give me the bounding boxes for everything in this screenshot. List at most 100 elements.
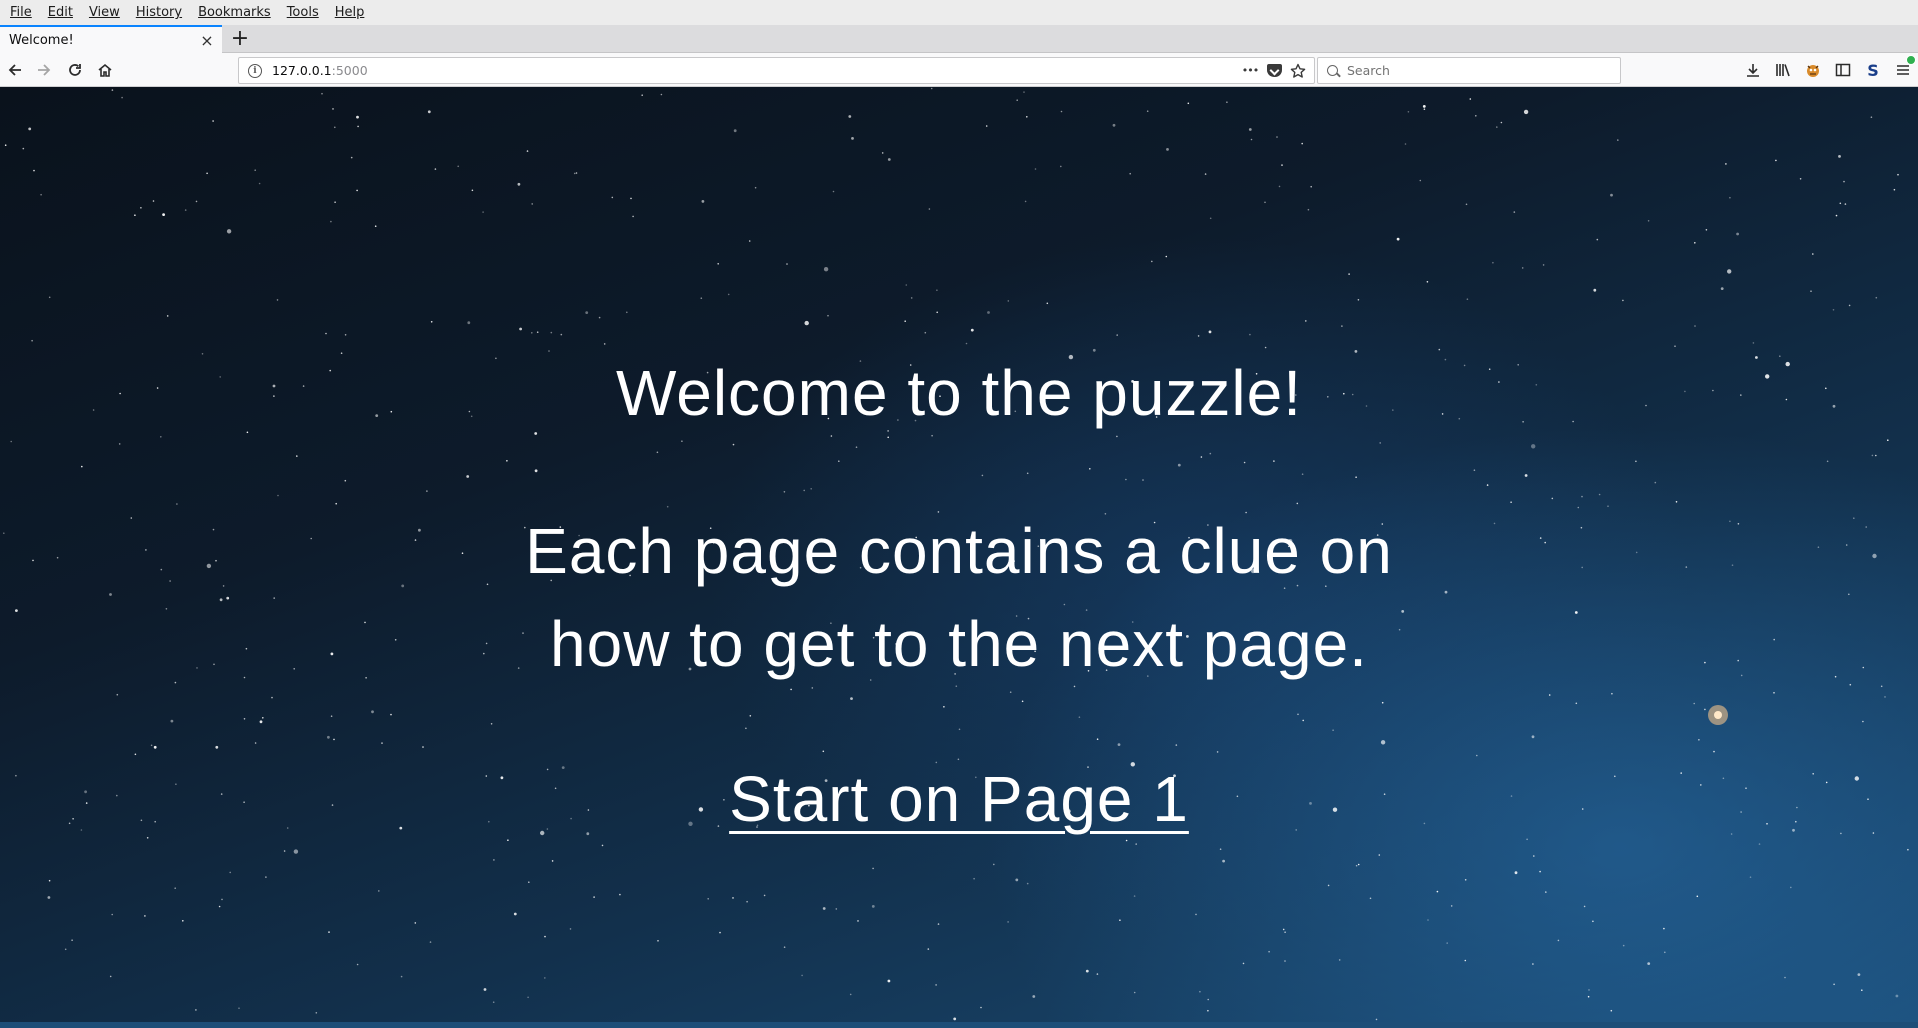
star (254, 742, 257, 744)
star (1226, 101, 1228, 103)
library-button[interactable] (1770, 58, 1796, 82)
star (601, 844, 604, 847)
star (1112, 123, 1116, 127)
star (1209, 452, 1212, 455)
site-info-icon[interactable]: i (248, 63, 262, 78)
star (1492, 261, 1494, 264)
star (872, 867, 874, 870)
pocket-button[interactable] (1262, 60, 1286, 81)
star (660, 93, 663, 96)
star (1581, 495, 1583, 498)
star (754, 186, 757, 189)
star (134, 214, 136, 216)
menu-help[interactable]: Help (327, 5, 373, 20)
menu-tools[interactable]: Tools (279, 5, 327, 20)
star (1338, 959, 1341, 961)
star (957, 758, 960, 761)
star (277, 494, 279, 497)
star (1264, 346, 1267, 349)
star (822, 750, 825, 753)
star (810, 488, 812, 490)
start-page-1-link[interactable]: Start on Page 1 (729, 763, 1189, 835)
url-bar[interactable]: i 127.0.0.1:5000 ••• (238, 57, 1315, 84)
url-port: :5000 (331, 63, 368, 78)
star (116, 693, 119, 696)
page-actions-icon[interactable]: ••• (1238, 60, 1262, 81)
star (145, 549, 147, 551)
star (1354, 350, 1358, 353)
star (212, 120, 214, 122)
extension-button[interactable] (1800, 58, 1826, 82)
star (330, 652, 334, 656)
tab-welcome[interactable]: Welcome! × (0, 25, 222, 53)
star (206, 563, 212, 569)
star (134, 753, 137, 756)
menu-tools-label: Tools (286, 5, 319, 20)
star (832, 190, 835, 193)
menu-file[interactable]: File (2, 5, 40, 20)
forward-button[interactable] (31, 58, 57, 82)
star (394, 639, 397, 641)
menu-edit[interactable]: Edit (40, 5, 81, 20)
star (534, 432, 538, 435)
star (335, 502, 338, 505)
star (254, 169, 256, 171)
star (215, 559, 217, 562)
close-tab-icon[interactable]: × (196, 29, 218, 51)
star (1693, 702, 1695, 705)
star (1857, 973, 1861, 976)
star (1348, 273, 1350, 275)
star (1473, 469, 1476, 472)
star (1023, 91, 1025, 93)
star (803, 489, 805, 492)
star (332, 108, 334, 110)
star (970, 328, 974, 332)
star (1510, 501, 1512, 504)
star (1116, 435, 1118, 438)
star (881, 152, 884, 154)
star (958, 728, 961, 731)
menu-button[interactable] (1890, 55, 1916, 82)
back-button[interactable] (2, 58, 28, 82)
star (1834, 675, 1837, 678)
downloads-button[interactable] (1740, 58, 1766, 82)
search-bar[interactable] (1317, 57, 1621, 84)
star (271, 696, 273, 699)
menu-view[interactable]: View (81, 5, 128, 20)
url-text[interactable]: 127.0.0.1:5000 (272, 63, 368, 78)
star (1544, 541, 1546, 544)
reload-button[interactable] (62, 58, 88, 82)
star (1357, 863, 1360, 866)
star (783, 946, 786, 948)
star (195, 200, 198, 203)
star (987, 311, 990, 314)
home-button[interactable] (92, 58, 118, 82)
star (528, 881, 530, 883)
sidebar-button[interactable] (1830, 58, 1856, 82)
star (1593, 288, 1597, 292)
star (283, 850, 286, 852)
star (1871, 454, 1874, 457)
star (218, 905, 221, 908)
star (887, 158, 891, 161)
star (1664, 951, 1666, 954)
star (985, 125, 988, 127)
menu-history[interactable]: History (128, 5, 190, 20)
star (365, 677, 367, 679)
star (1438, 348, 1441, 351)
s-extension-button[interactable]: S (1860, 58, 1886, 82)
menu-bookmarks[interactable]: Bookmarks (190, 5, 279, 20)
star (1862, 666, 1865, 669)
star (930, 87, 933, 90)
star (1610, 193, 1613, 197)
star (1848, 593, 1850, 596)
bookmark-star-button[interactable] (1286, 60, 1310, 81)
back-arrow-icon (8, 64, 21, 76)
new-tab-button[interactable]: + (228, 27, 252, 51)
star (1419, 179, 1422, 182)
star (544, 977, 546, 979)
star (327, 735, 330, 739)
star (1893, 188, 1896, 191)
star (727, 293, 730, 296)
search-input[interactable] (1347, 63, 1597, 78)
